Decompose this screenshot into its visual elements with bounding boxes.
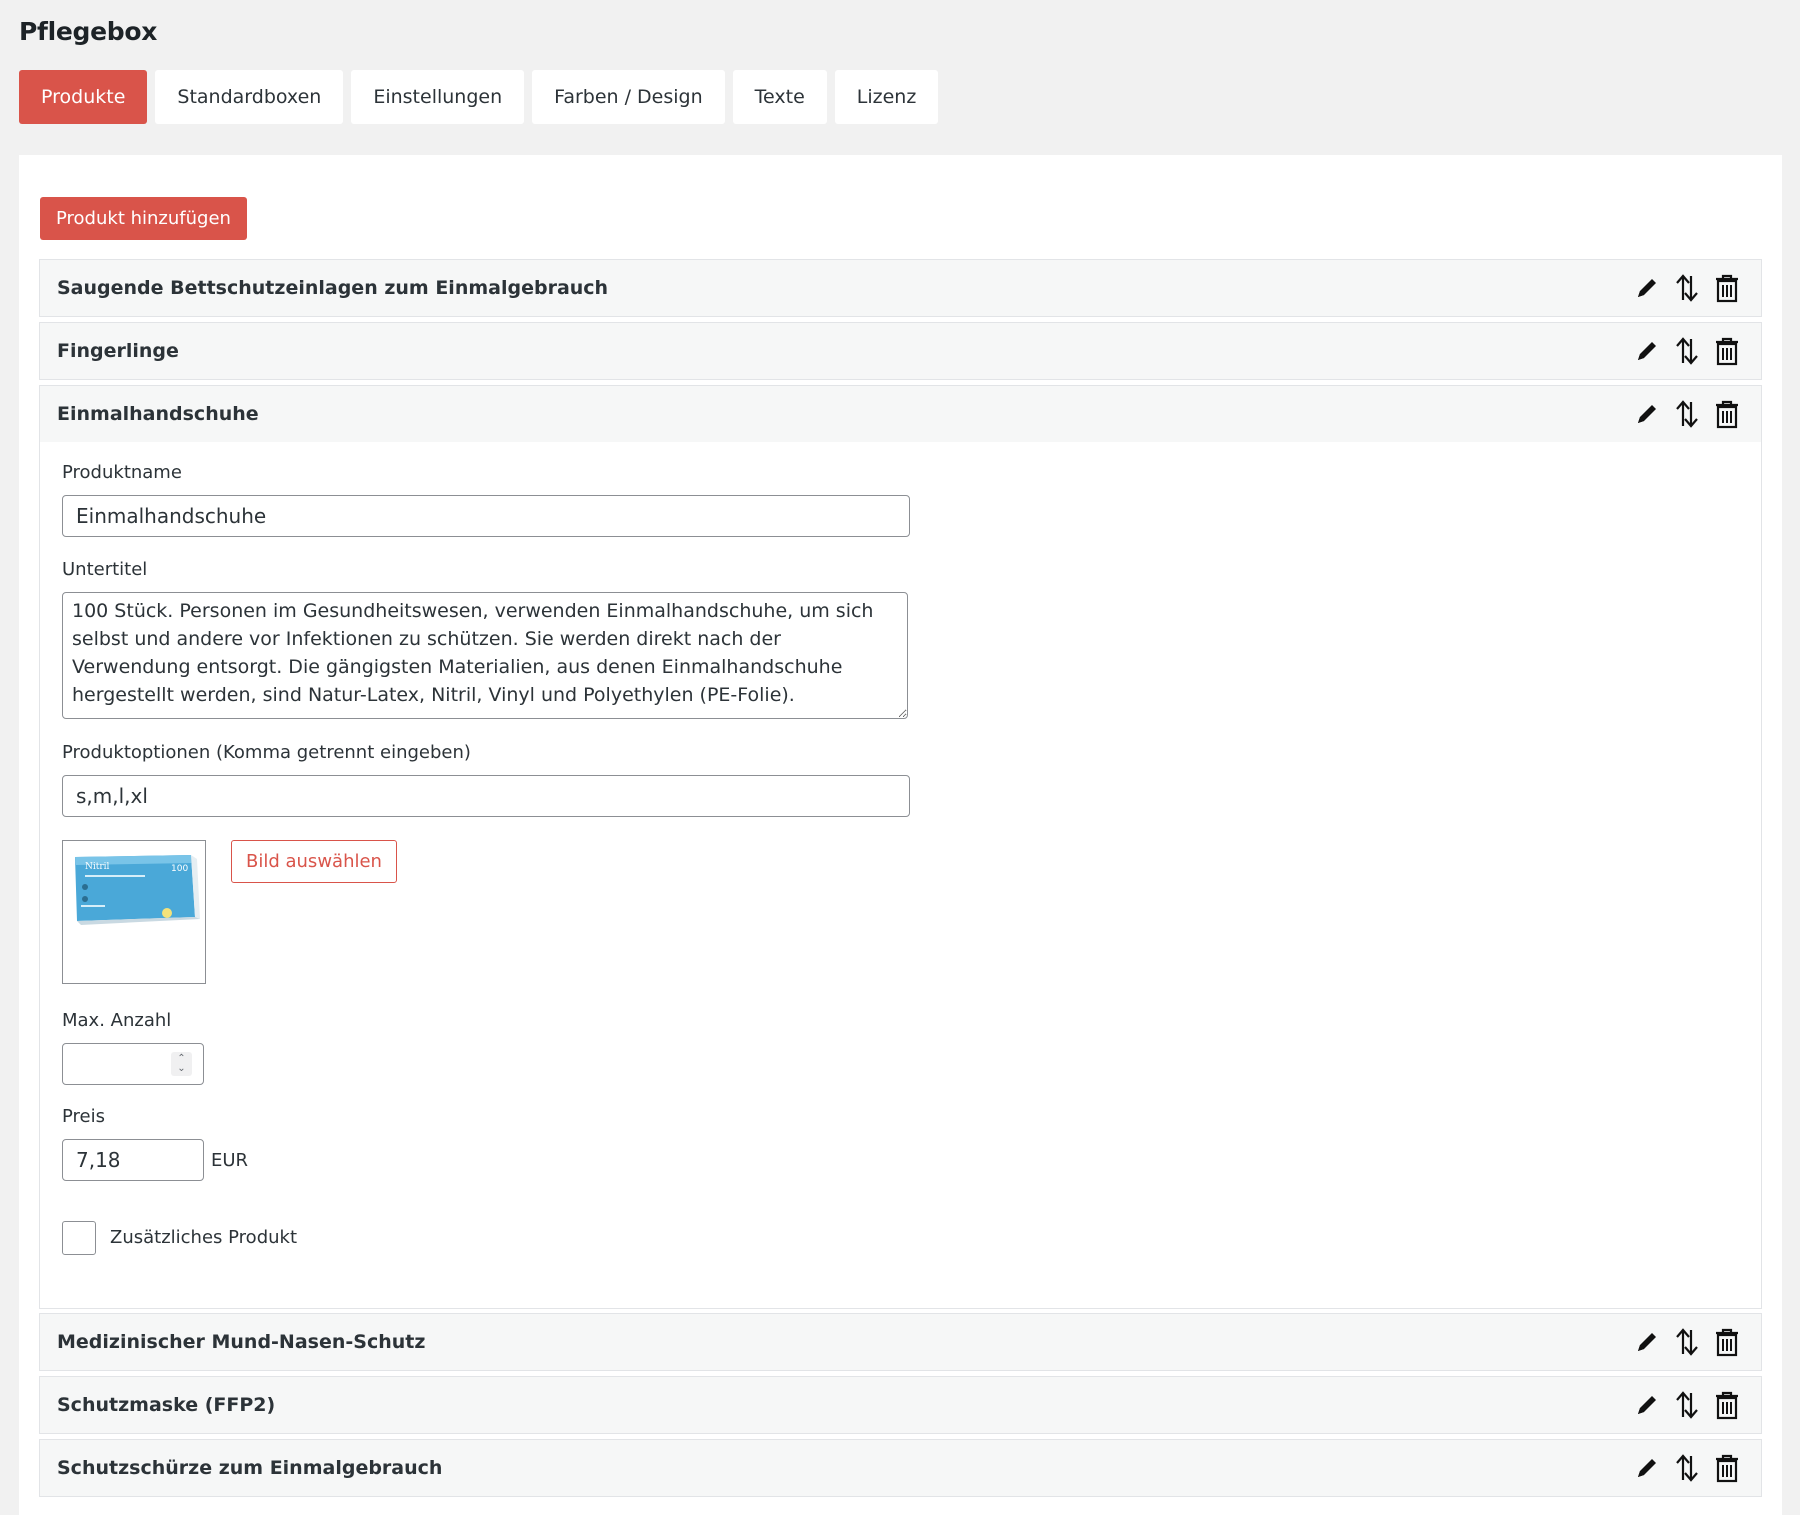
product-accordion: Schutzmaske (FFP2) bbox=[39, 1376, 1762, 1434]
select-image-button[interactable]: Bild auswählen bbox=[231, 840, 397, 883]
additional-product-checkbox[interactable] bbox=[62, 1221, 96, 1255]
product-title: Fingerlinge bbox=[57, 340, 179, 362]
trash-icon[interactable] bbox=[1711, 270, 1743, 306]
sort-arrows-icon[interactable] bbox=[1671, 1387, 1703, 1423]
subtitle-textarea[interactable]: 100 Stück. Personen im Gesundheitswesen,… bbox=[62, 592, 908, 719]
product-actions bbox=[1631, 1324, 1743, 1360]
product-actions bbox=[1631, 270, 1743, 306]
tab-bar: Produkte Standardboxen Einstellungen Far… bbox=[19, 70, 939, 124]
product-header[interactable]: Fingerlinge bbox=[40, 323, 1761, 379]
pencil-icon[interactable] bbox=[1631, 270, 1663, 306]
product-header[interactable]: Einmalhandschuhe bbox=[40, 386, 1761, 442]
tab-produkte[interactable]: Produkte bbox=[19, 70, 148, 124]
additional-product-label: Zusätzliches Produkt bbox=[110, 1227, 298, 1248]
glove-box-image: Nitril 100 bbox=[75, 855, 200, 925]
products-panel: Produkt hinzufügen Saugende Bettschutzei… bbox=[19, 155, 1782, 1515]
tab-lizenz[interactable]: Lizenz bbox=[834, 70, 939, 124]
product-edit-form: Produktname Untertitel 100 Stück. Person… bbox=[40, 442, 1761, 1308]
price-label: Preis bbox=[62, 1106, 105, 1127]
page-title: Pflegebox bbox=[19, 17, 158, 46]
options-label: Produktoptionen (Komma getrennt eingeben… bbox=[62, 742, 471, 763]
options-input[interactable] bbox=[62, 775, 910, 817]
product-accordion: Medizinischer Mund-Nasen-Schutz bbox=[39, 1313, 1762, 1371]
pencil-icon[interactable] bbox=[1631, 1450, 1663, 1486]
product-title: Schutzschürze zum Einmalgebrauch bbox=[57, 1457, 443, 1479]
product-accordion: Schutzschürze zum Einmalgebrauch bbox=[39, 1439, 1762, 1497]
trash-icon[interactable] bbox=[1711, 333, 1743, 369]
product-title: Schutzmaske (FFP2) bbox=[57, 1394, 276, 1416]
product-header[interactable]: Schutzschürze zum Einmalgebrauch bbox=[40, 1440, 1761, 1496]
product-actions bbox=[1631, 1387, 1743, 1423]
product-image-thumbnail: Nitril 100 bbox=[62, 840, 206, 984]
product-header[interactable]: Saugende Bettschutzeinlagen zum Einmalge… bbox=[40, 260, 1761, 316]
pencil-icon[interactable] bbox=[1631, 1387, 1663, 1423]
product-header[interactable]: Schutzmaske (FFP2) bbox=[40, 1377, 1761, 1433]
trash-icon[interactable] bbox=[1711, 1450, 1743, 1486]
image-brand-text: Nitril bbox=[85, 862, 110, 872]
product-accordion-expanded: Einmalhandschuhe Produktname Untertitel … bbox=[39, 385, 1762, 1309]
pencil-icon[interactable] bbox=[1631, 333, 1663, 369]
tab-einstellungen[interactable]: Einstellungen bbox=[351, 70, 525, 124]
trash-icon[interactable] bbox=[1711, 396, 1743, 432]
pencil-icon[interactable] bbox=[1631, 1324, 1663, 1360]
price-input[interactable] bbox=[62, 1139, 204, 1181]
trash-icon[interactable] bbox=[1711, 1324, 1743, 1360]
sort-arrows-icon[interactable] bbox=[1671, 270, 1703, 306]
sort-arrows-icon[interactable] bbox=[1671, 1324, 1703, 1360]
sort-arrows-icon[interactable] bbox=[1671, 1450, 1703, 1486]
image-count-text: 100 bbox=[171, 864, 188, 874]
currency-label: EUR bbox=[211, 1150, 249, 1171]
max-amount-label: Max. Anzahl bbox=[62, 1010, 172, 1031]
pencil-icon[interactable] bbox=[1631, 396, 1663, 432]
sort-arrows-icon[interactable] bbox=[1671, 333, 1703, 369]
max-amount-stepper[interactable]: ⌃ ⌄ bbox=[62, 1043, 204, 1085]
add-product-button[interactable]: Produkt hinzufügen bbox=[40, 197, 247, 240]
product-title: Einmalhandschuhe bbox=[57, 403, 259, 425]
subtitle-label: Untertitel bbox=[62, 559, 148, 580]
product-actions bbox=[1631, 1450, 1743, 1486]
product-accordion: Fingerlinge bbox=[39, 322, 1762, 380]
stepper-arrows-icon[interactable]: ⌃ ⌄ bbox=[171, 1052, 192, 1076]
tab-standardboxen[interactable]: Standardboxen bbox=[155, 70, 344, 124]
product-accordion: Saugende Bettschutzeinlagen zum Einmalge… bbox=[39, 259, 1762, 317]
product-title: Saugende Bettschutzeinlagen zum Einmalge… bbox=[57, 277, 609, 299]
tab-texte[interactable]: Texte bbox=[732, 70, 827, 124]
product-name-input[interactable] bbox=[62, 495, 910, 537]
product-name-label: Produktname bbox=[62, 462, 182, 483]
product-title: Medizinischer Mund-Nasen-Schutz bbox=[57, 1331, 426, 1353]
product-header[interactable]: Medizinischer Mund-Nasen-Schutz bbox=[40, 1314, 1761, 1370]
sort-arrows-icon[interactable] bbox=[1671, 396, 1703, 432]
product-actions bbox=[1631, 396, 1743, 432]
product-actions bbox=[1631, 333, 1743, 369]
trash-icon[interactable] bbox=[1711, 1387, 1743, 1423]
tab-farben-design[interactable]: Farben / Design bbox=[532, 70, 725, 124]
